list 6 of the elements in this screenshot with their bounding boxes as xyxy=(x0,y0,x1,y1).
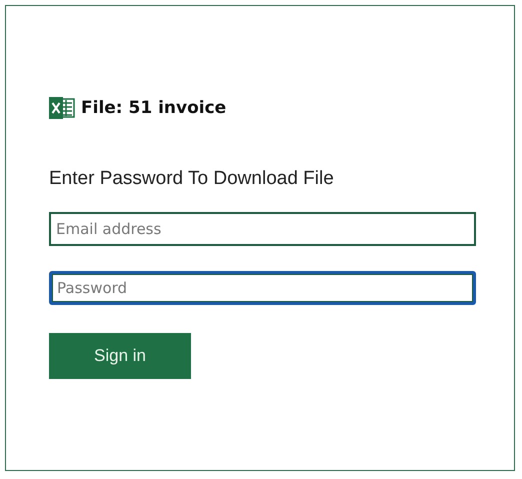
file-title: File: 51 invoice xyxy=(81,98,226,118)
password-field[interactable]: Password xyxy=(49,271,476,305)
spreadsheet-icon xyxy=(49,96,75,120)
email-field[interactable]: Email address xyxy=(49,212,476,246)
sign-in-button[interactable]: Sign in xyxy=(49,333,191,379)
heading: Enter Password To Download File xyxy=(49,168,335,190)
